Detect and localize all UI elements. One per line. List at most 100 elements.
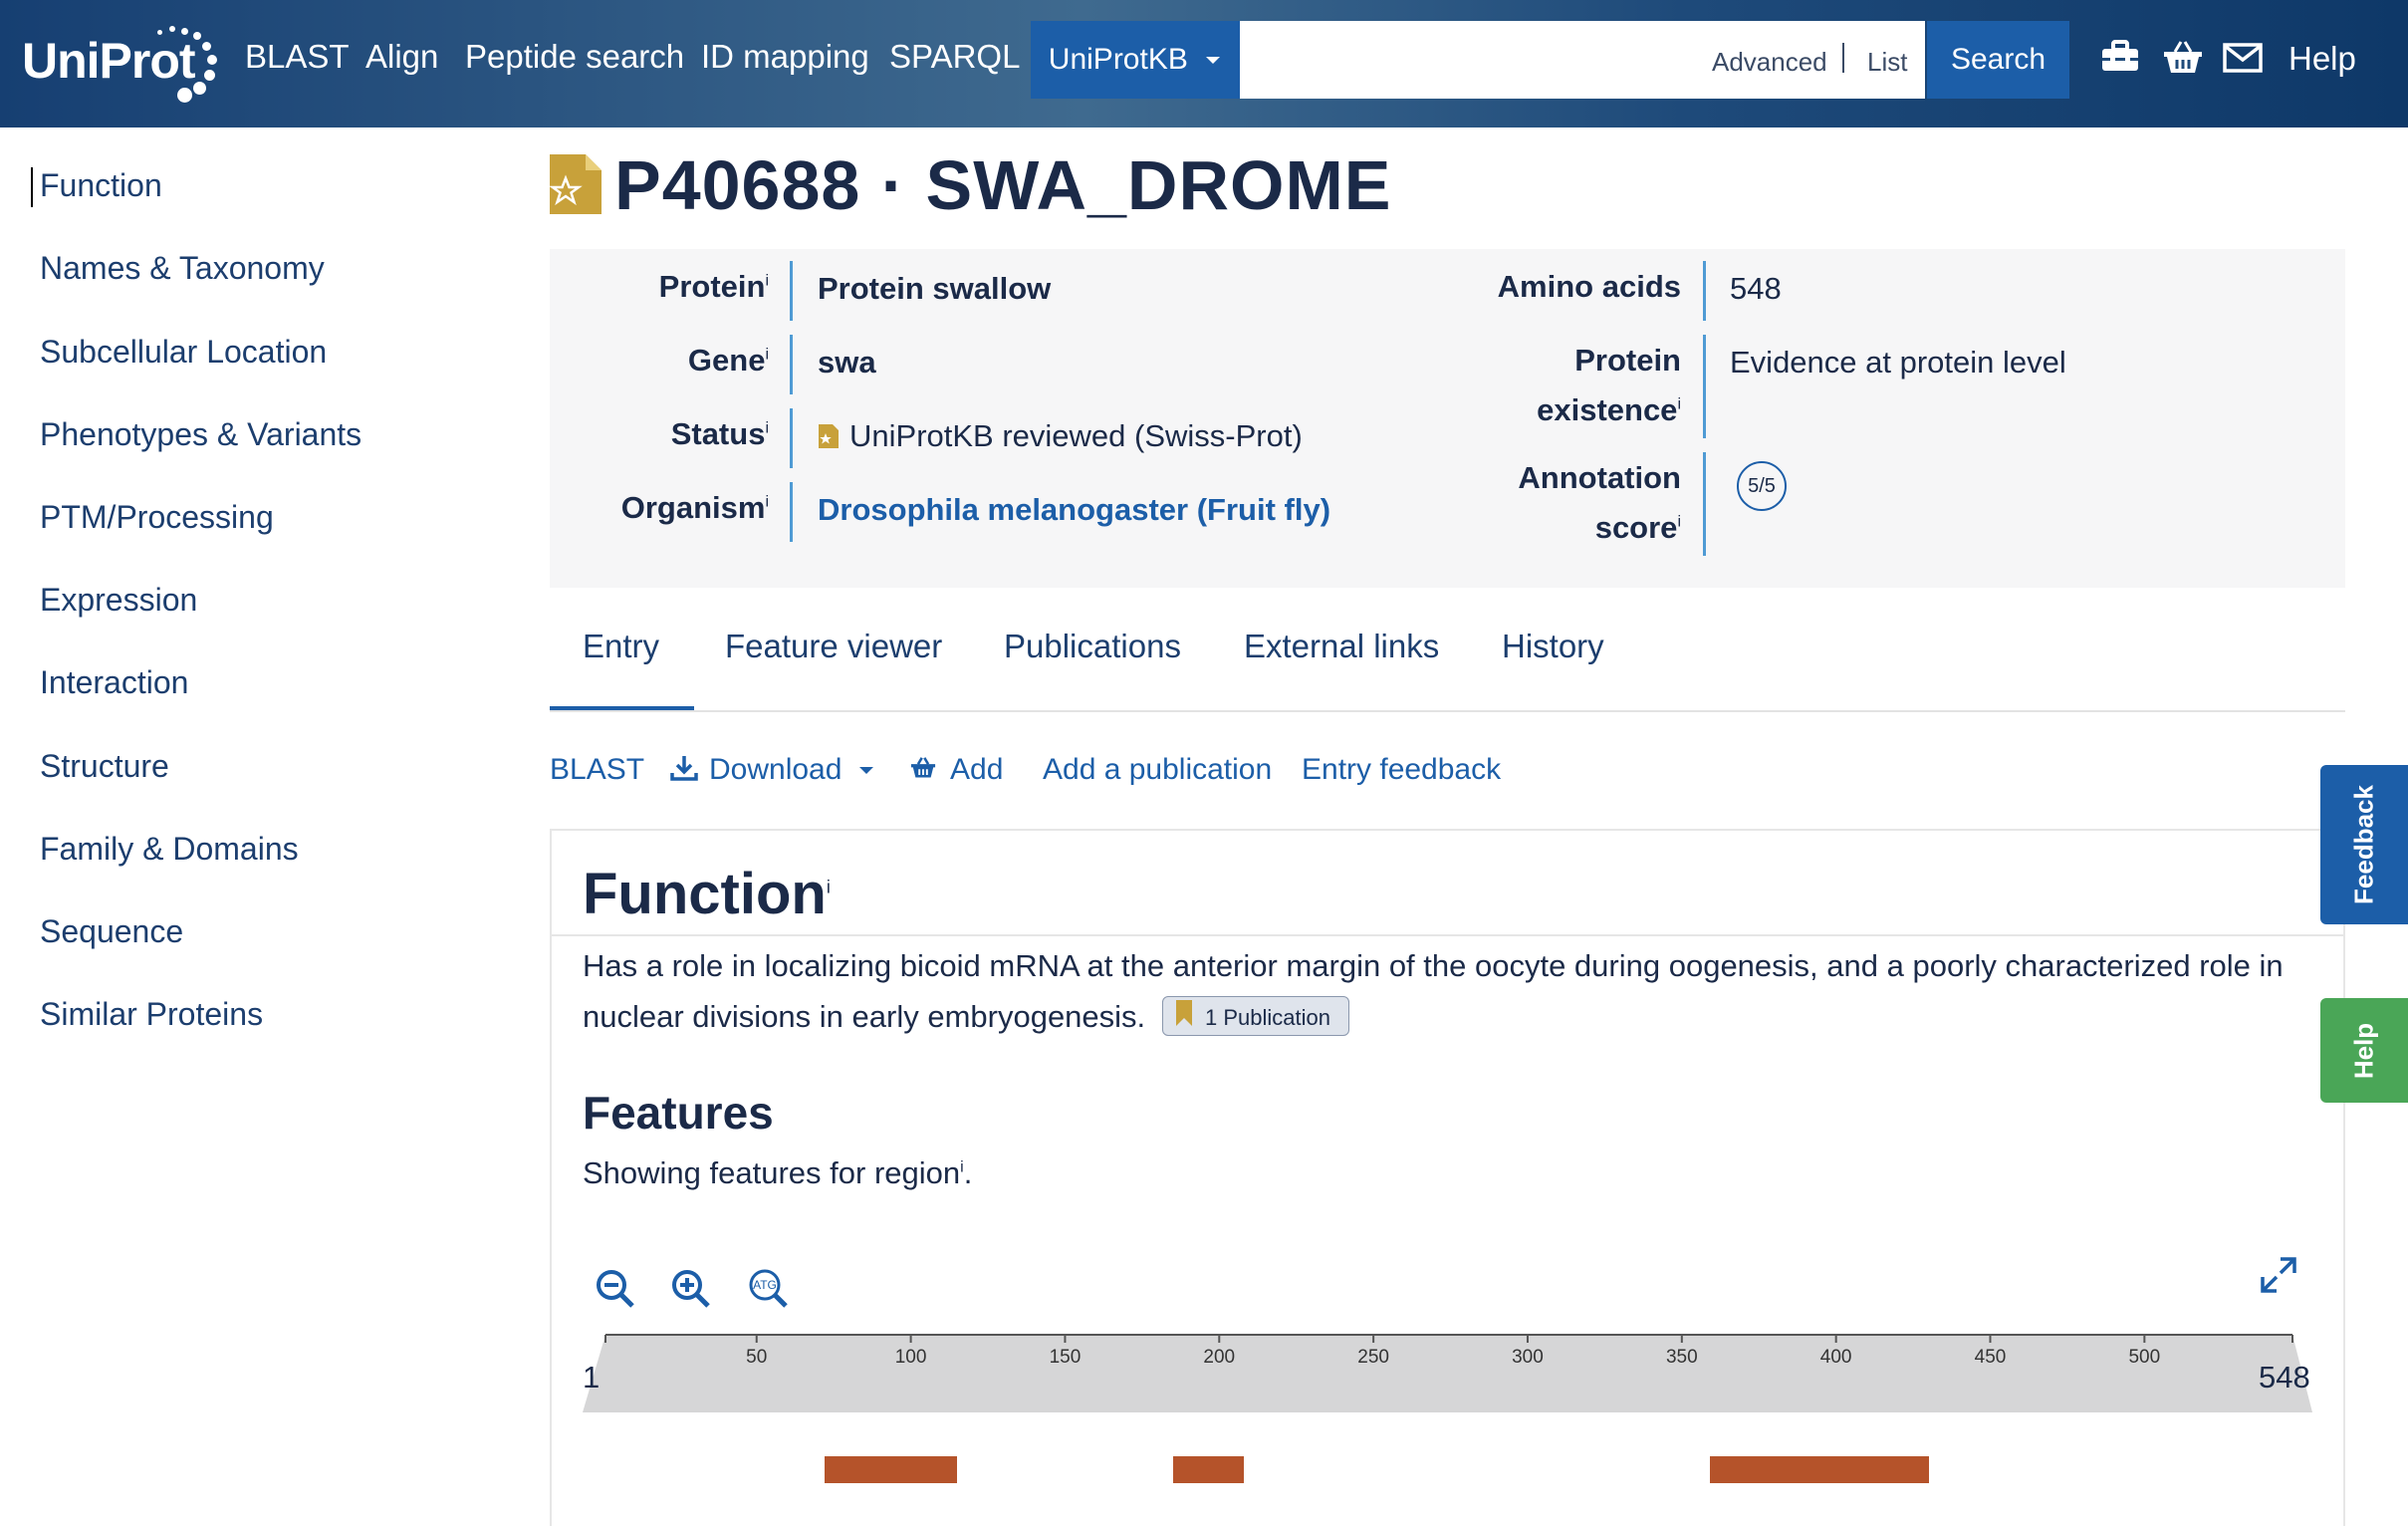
help-link[interactable]: Help [2288,40,2356,78]
sidebar-item-sequence[interactable]: Sequence [40,913,183,950]
tab-entry[interactable]: Entry [583,628,659,665]
function-text-line1: Has a role in localizing bicoid mRNA at … [583,948,2284,983]
database-select[interactable]: UniProtKB [1031,21,1240,99]
publication-badge[interactable]: 1 Publication [1162,996,1349,1036]
ruler-tick-label: 450 [1975,1347,2007,1368]
organism-link[interactable]: Drosophila melanogaster (Fruit fly) [818,492,1330,528]
nav-blast[interactable]: BLAST [245,38,350,76]
tab-publications[interactable]: Publications [1004,628,1181,665]
sidebar-item-structure[interactable]: Structure [40,748,169,785]
entry-title: P40688 · SWA_DROME [614,146,1392,224]
top-header: UniProt BLAST Align Peptide search ID ma… [0,0,2408,127]
search-box: Advanced List [1240,21,1925,99]
info-icon[interactable]: i [1677,514,1681,531]
feature-bar[interactable] [1709,1456,1929,1483]
advanced-search-link[interactable]: Advanced [1712,47,1827,78]
zoom-out-icon[interactable] [594,1267,637,1311]
uniprot-logo[interactable]: UniProt [22,22,221,103]
ruler-tick-label: 50 [746,1347,767,1368]
protein-existence-label-line2: existencei [1537,392,1681,427]
basket-icon [910,757,936,778]
nav-sparql[interactable]: SPARQL [889,38,1020,76]
add-publication-link[interactable]: Add a publication [1043,753,1272,787]
add-to-basket-button[interactable]: Add [908,753,1003,787]
ruler-end-label: 548 [2259,1360,2310,1395]
amino-acids-label: Amino acids [1497,269,1681,304]
active-tab-indicator [550,706,694,710]
sidebar-item-family-domains[interactable]: Family & Domains [40,831,299,868]
ruler-tick-label: 350 [1666,1347,1698,1368]
entry-feedback-link[interactable]: Entry feedback [1302,753,1501,787]
protein-label: Proteini [658,269,769,304]
protein-name: Protein swallow [818,271,1052,306]
nav-peptide-search[interactable]: Peptide search [465,38,684,76]
sidebar-item-phenotypes-variants[interactable]: Phenotypes & Variants [40,416,361,453]
feature-bar[interactable] [1172,1456,1245,1483]
info-icon[interactable]: i [827,878,831,897]
feedback-side-tab[interactable]: Feedback [2320,765,2408,924]
summary-divider [1703,452,1706,556]
help-side-tab[interactable]: Help [2320,998,2408,1103]
blast-button[interactable]: BLAST [550,753,644,787]
tab-external-links[interactable]: External links [1244,628,1439,665]
status-value: UniProtKB reviewed (Swiss-Prot) [849,418,1303,453]
active-section-marker [31,167,33,207]
search-input[interactable] [1240,21,1678,99]
sidebar-item-ptm-processing[interactable]: PTM/Processing [40,499,274,536]
bookmark-icon [1176,1000,1192,1026]
gene-name: swa [818,345,876,380]
fullscreen-icon[interactable] [2257,1253,2300,1297]
protein-existence-label-line1: Protein [1574,343,1681,378]
organism-label: Organismi [620,490,769,525]
tab-history[interactable]: History [1502,628,1604,665]
feature-bar[interactable] [824,1456,958,1483]
annotation-score-label-line2: scorei [1594,510,1681,545]
card-header-divider [550,934,2345,936]
sidebar-item-expression[interactable]: Expression [40,582,197,619]
summary-divider [1703,335,1706,438]
sidebar-item-names-taxonomy[interactable]: Names & Taxonomy [40,250,325,287]
search-divider [1842,43,1844,73]
ruler-tick-label: 150 [1050,1347,1082,1368]
amino-acids-value: 548 [1730,271,1782,306]
info-icon[interactable]: i [765,420,769,437]
sequence-zoom-icon[interactable]: ATG [747,1267,791,1311]
info-icon[interactable]: i [1677,396,1681,413]
zoom-in-icon[interactable] [669,1267,713,1311]
search-button[interactable]: Search [1927,21,2069,99]
info-icon[interactable]: i [765,273,769,290]
info-icon[interactable]: i [765,347,769,364]
nav-id-mapping[interactable]: ID mapping [701,38,869,76]
ruler-tick-label: 250 [1357,1347,1389,1368]
ruler-tick-label: 100 [895,1347,927,1368]
sidebar-item-interaction[interactable]: Interaction [40,664,188,701]
reviewed-status-icon [819,424,839,448]
envelope-icon[interactable] [2221,36,2265,80]
ruler-tick-label: 200 [1203,1347,1235,1368]
toolkit-icon[interactable] [2098,36,2142,80]
annotation-score-label-line1: Annotation [1518,460,1681,495]
tab-feature-viewer[interactable]: Feature viewer [725,628,942,665]
summary-divider [1703,261,1706,321]
info-icon[interactable]: i [765,494,769,511]
status-label: Statusi [670,416,769,451]
reviewed-document-icon [550,154,602,214]
sequence-ruler[interactable]: 50 100 150 200 250 300 350 400 450 500 [583,1333,2312,1412]
download-button[interactable]: Download [669,753,874,787]
add-label: Add [950,753,1004,786]
chevron-down-icon [858,767,873,775]
sidebar-item-function[interactable]: Function [40,167,162,204]
features-heading: Features [583,1087,774,1139]
ruler-background [583,1335,2312,1412]
chevron-down-icon [1206,57,1221,65]
sidebar-item-subcellular-location[interactable]: Subcellular Location [40,334,327,371]
annotation-score-badge: 5/5 [1737,461,1787,511]
download-label: Download [709,753,843,786]
list-search-link[interactable]: List [1867,47,1907,78]
nav-align[interactable]: Align [365,38,438,76]
basket-icon[interactable] [2161,36,2205,80]
ruler-start-label: 1 [583,1360,601,1395]
function-text-line2: nuclear divisions in early embryogenesis… [583,999,1146,1034]
sidebar-item-similar-proteins[interactable]: Similar Proteins [40,996,263,1033]
summary-divider [790,482,793,542]
